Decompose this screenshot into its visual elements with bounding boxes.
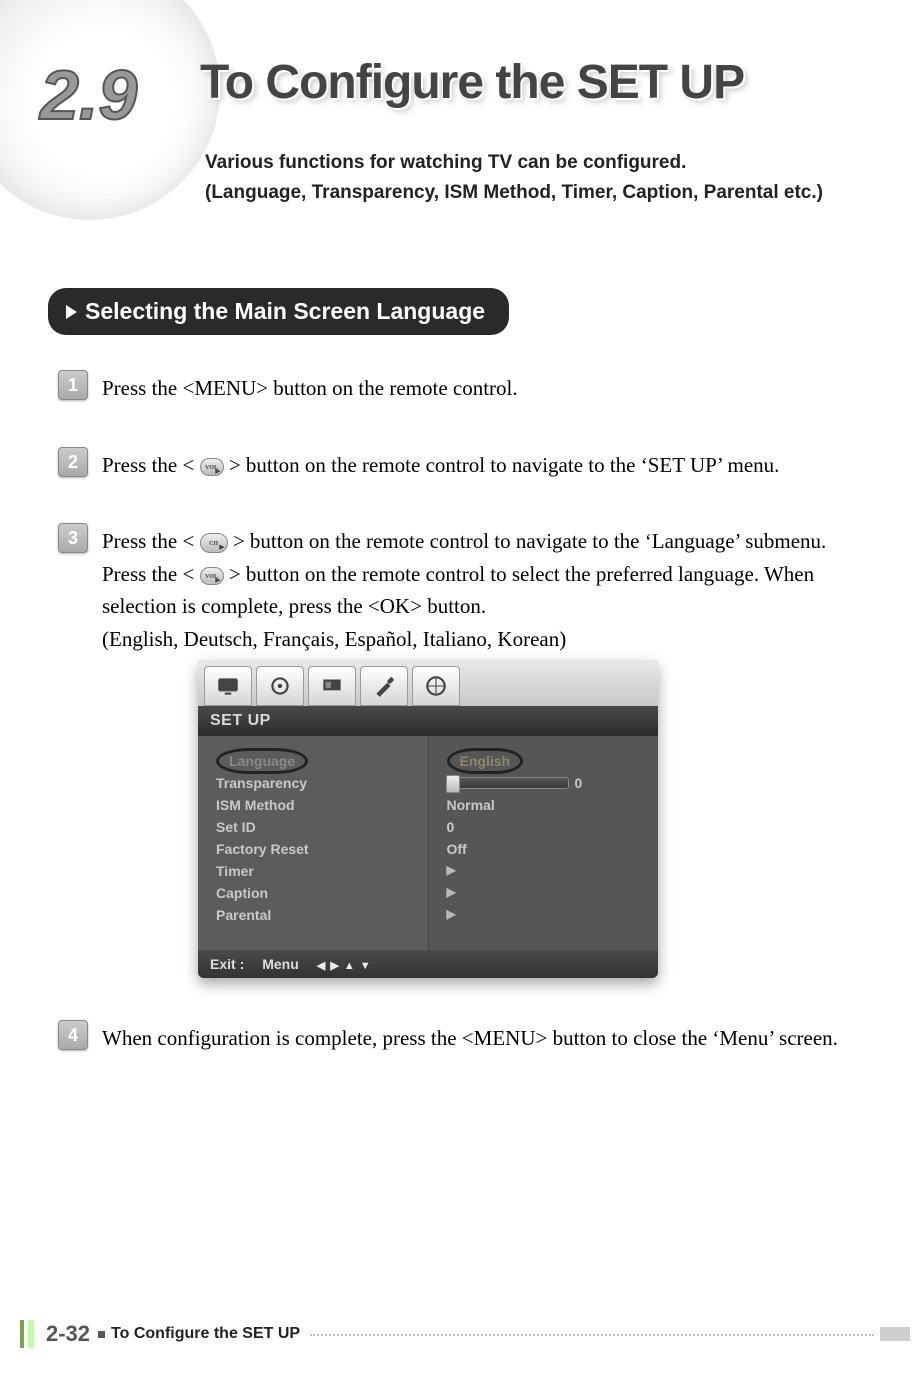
vol-right-button-icon: VOL xyxy=(200,567,224,585)
heading-arrow-icon xyxy=(66,305,77,319)
page-footer: 2-32 To Configure the SET UP xyxy=(20,1320,910,1348)
osd-item-parental: Parental xyxy=(216,904,414,926)
step-4-text: When configuration is complete, press th… xyxy=(102,1020,868,1055)
step-3-languages: (English, Deutsch, Français, Español, It… xyxy=(102,623,868,656)
osd-values: English 0 Normal 0 Off xyxy=(429,736,659,950)
osd-tab-screen-icon xyxy=(308,666,356,706)
osd-value-transparency: 0 xyxy=(447,772,645,794)
osd-tab-picture-icon xyxy=(204,666,252,706)
osd-menu-figure: SET UP Language Transparency ISM Method … xyxy=(198,660,658,978)
osd-footer-menu: Menu xyxy=(262,956,299,972)
step-badge-4: 4 xyxy=(58,1020,88,1050)
osd-tab-row xyxy=(198,660,658,706)
footer-bullet-icon xyxy=(98,1331,105,1338)
osd-item-transparency: Transparency xyxy=(216,772,414,794)
osd-footer-arrows-icon xyxy=(317,956,372,972)
step-3: 3 Press the < CH > button on the remote … xyxy=(58,523,868,655)
step-badge-1: 1 xyxy=(58,370,88,400)
ch-down-button-icon: CH xyxy=(200,533,228,553)
step-1-text: Press the <MENU> button on the remote co… xyxy=(102,370,868,405)
osd-footer: Exit : Menu xyxy=(198,950,658,978)
osd-menu-list: Language Transparency ISM Method Set ID … xyxy=(198,736,429,950)
osd-value-language: English xyxy=(447,748,524,774)
step-2: 2 Press the < VOL > button on the remote… xyxy=(58,447,868,482)
footer-end-block xyxy=(880,1327,910,1341)
osd-item-caption: Caption xyxy=(216,882,414,904)
subtitle-line-1: Various functions for watching TV can be… xyxy=(205,148,823,178)
osd-item-setid: Set ID xyxy=(216,816,414,838)
step-badge-3: 3 xyxy=(58,523,88,553)
section-heading: Selecting the Main Screen Language xyxy=(48,288,509,335)
osd-value-setid: 0 xyxy=(447,816,645,838)
osd-item-factory: Factory Reset xyxy=(216,838,414,860)
osd-tab-setup-icon xyxy=(360,666,408,706)
footer-bar-icon xyxy=(20,1320,24,1348)
osd-tab-extra-icon xyxy=(412,666,460,706)
vol-right-button-icon: VOL xyxy=(200,458,224,476)
osd-arrow-caption-icon xyxy=(447,882,645,904)
osd-item-timer: Timer xyxy=(216,860,414,882)
footer-title: To Configure the SET UP xyxy=(111,1325,300,1343)
osd-title: SET UP xyxy=(198,706,658,736)
subtitle-line-2: (Language, Transparency, ISM Method, Tim… xyxy=(205,178,823,208)
osd-arrow-timer-icon xyxy=(447,860,645,882)
step-1: 1 Press the <MENU> button on the remote … xyxy=(58,370,868,405)
footer-page-number: 2-32 xyxy=(46,1321,90,1347)
osd-value-ism: Normal xyxy=(447,794,645,816)
footer-dots xyxy=(310,1333,874,1336)
osd-item-language: Language xyxy=(216,748,308,774)
step-4: 4 When configuration is complete, press … xyxy=(58,1020,868,1055)
step-3-text: Press the < CH > button on the remote co… xyxy=(102,523,868,655)
heading-text: Selecting the Main Screen Language xyxy=(85,298,485,325)
osd-item-ism: ISM Method xyxy=(216,794,414,816)
step-badge-2: 2 xyxy=(58,447,88,477)
section-number: 2.9 xyxy=(40,55,137,135)
osd-arrow-parental-icon xyxy=(447,904,645,926)
step-2-text: Press the < VOL > button on the remote c… xyxy=(102,447,868,482)
page-title: To Configure the SET UP xyxy=(200,55,744,110)
osd-value-factory: Off xyxy=(447,838,645,860)
osd-footer-exit: Exit : xyxy=(210,956,244,972)
footer-bar-icon xyxy=(28,1320,34,1348)
osd-tab-sound-icon xyxy=(256,666,304,706)
page-subtitle: Various functions for watching TV can be… xyxy=(205,148,823,209)
